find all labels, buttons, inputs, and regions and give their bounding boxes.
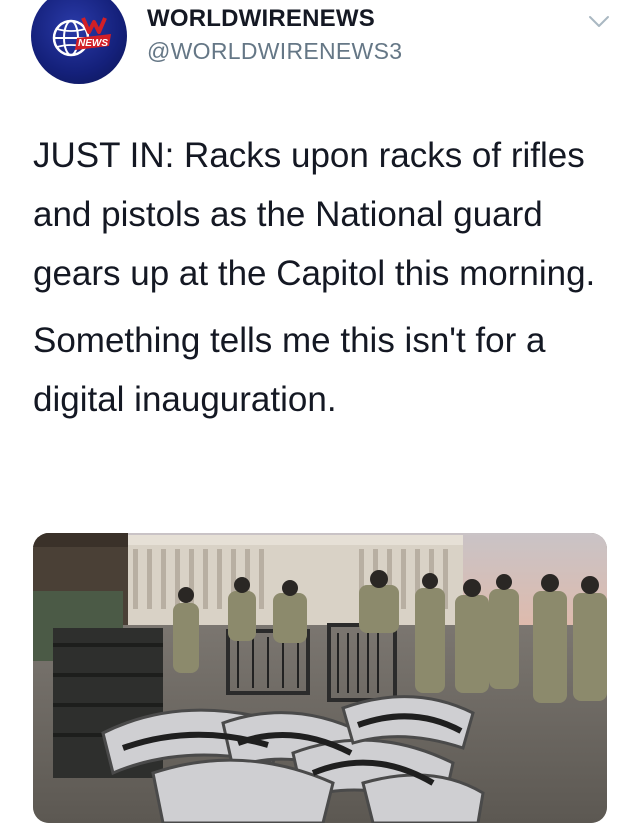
- national-guard-photo: [33, 533, 607, 823]
- tweet-text: JUST IN: Racks upon racks of rifles and …: [33, 126, 613, 429]
- tweet-paragraph: Something tells me this isn't for a digi…: [33, 321, 546, 419]
- display-name[interactable]: WORLDWIRENEWS: [147, 5, 375, 33]
- logo-text: NEWS: [78, 38, 108, 49]
- user-handle[interactable]: @WORLDWIRENEWS3: [147, 38, 402, 65]
- avatar[interactable]: NEWS: [31, 0, 127, 84]
- chevron-down-icon[interactable]: [588, 10, 610, 32]
- worldwirenews-logo: NEWS: [52, 17, 111, 57]
- tweet-header: NEWS WORLDWIRENEWS @WORLDWIRENEWS3: [0, 0, 640, 100]
- tweet-photo[interactable]: [33, 533, 607, 823]
- tweet-paragraph: JUST IN: Racks upon racks of rifles and …: [33, 136, 596, 293]
